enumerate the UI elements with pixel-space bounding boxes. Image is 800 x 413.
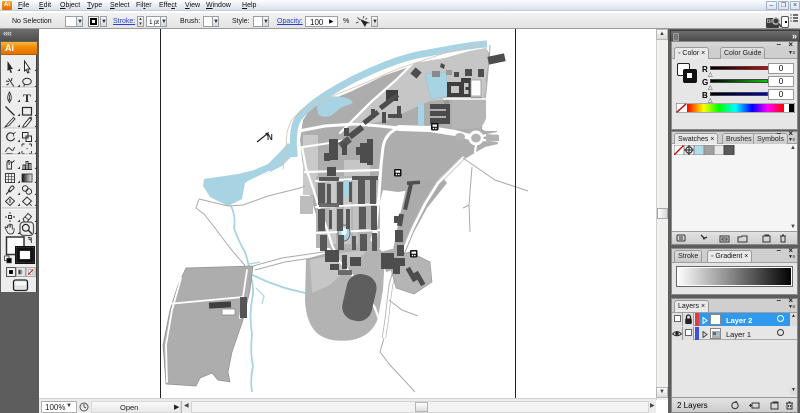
svg-text:T: T <box>23 91 31 105</box>
svg-text:N: N <box>267 133 273 142</box>
